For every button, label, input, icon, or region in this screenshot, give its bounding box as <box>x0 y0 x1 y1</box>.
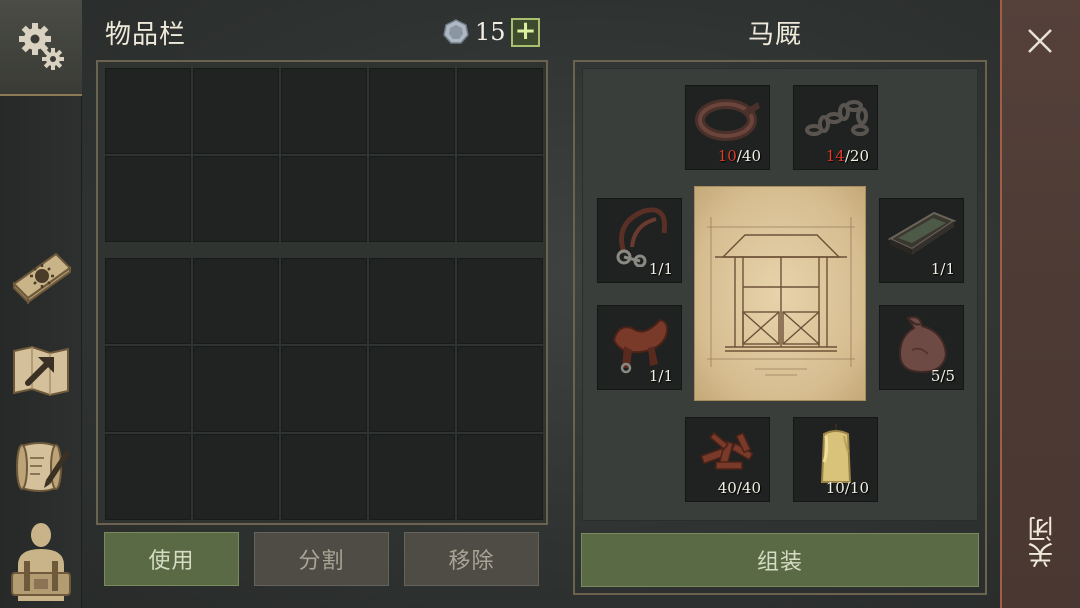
inventory-slot[interactable] <box>105 68 191 154</box>
close-label[interactable]: 关闭 <box>1027 516 1058 568</box>
material-count: 40/40 <box>717 479 761 497</box>
material-need: 10 <box>849 479 869 497</box>
material-slot-copper-scraps[interactable]: 40/40 <box>685 417 770 502</box>
material-need: 1 <box>663 367 673 385</box>
inventory-slot[interactable] <box>105 258 191 344</box>
material-count: 1/1 <box>648 260 673 278</box>
inventory-slot[interactable] <box>369 434 455 520</box>
inventory-slot[interactable] <box>281 346 367 432</box>
inventory-slot[interactable] <box>369 68 455 154</box>
material-slot-chain[interactable]: 14/20 <box>793 85 878 170</box>
inventory-slot[interactable] <box>193 258 279 344</box>
material-have: 1 <box>930 260 941 278</box>
building-map-icon <box>13 345 69 397</box>
bridle-icon <box>616 207 668 267</box>
stable-title: 马厩 <box>748 20 803 50</box>
saddle-icon <box>612 318 669 374</box>
side-nav <box>0 0 82 608</box>
inventory-slot[interactable] <box>457 434 543 520</box>
material-have: 10 <box>825 479 845 497</box>
sack-icon <box>898 316 948 374</box>
material-need: 40 <box>741 479 761 497</box>
material-slot-saddle[interactable]: 1/1 <box>597 305 682 390</box>
inventory-slot[interactable] <box>193 346 279 432</box>
material-need: 5 <box>945 367 955 385</box>
inventory-grid-top <box>105 68 543 242</box>
coin-count: 15 <box>475 18 506 46</box>
gear-icon <box>19 23 64 70</box>
material-count: 14/20 <box>825 147 869 165</box>
inventory-slot[interactable] <box>105 156 191 242</box>
material-have: 1 <box>648 260 659 278</box>
material-need: 1 <box>945 260 955 278</box>
candle-icon <box>820 424 852 483</box>
copper-scraps-icon <box>700 431 754 470</box>
material-count: 1/1 <box>648 367 673 385</box>
material-need: 20 <box>849 147 869 165</box>
inventory-slot[interactable] <box>457 346 543 432</box>
material-slot-feeding-trough[interactable]: 1/1 <box>879 198 964 283</box>
character-backpack-icon <box>11 523 71 601</box>
inventory-grid-bottom <box>105 258 543 520</box>
material-need: 40 <box>741 147 761 165</box>
assemble-button[interactable]: 组装 <box>581 533 979 587</box>
chain-icon <box>805 100 869 136</box>
material-slot-candle[interactable]: 10/10 <box>793 417 878 502</box>
material-have: 14 <box>825 147 845 165</box>
inventory-title: 物品栏 <box>105 20 187 50</box>
crafting-book-icon <box>12 252 72 304</box>
material-count: 1/1 <box>930 260 955 278</box>
settings-button[interactable] <box>0 0 82 96</box>
material-slot-leather-belt[interactable]: 10/40 <box>685 85 770 170</box>
material-have: 10 <box>717 147 737 165</box>
blueprint-drawing <box>707 217 855 376</box>
material-need: 1 <box>663 260 673 278</box>
use-button[interactable]: 使用 <box>104 532 239 586</box>
material-count: 10/40 <box>717 147 761 165</box>
inventory-slot[interactable] <box>105 346 191 432</box>
material-count: 5/5 <box>930 367 955 385</box>
inventory-slot[interactable] <box>457 156 543 242</box>
quest-scroll-icon <box>16 442 70 492</box>
quest-scroll-button[interactable] <box>0 428 82 506</box>
inventory-slot[interactable] <box>369 346 455 432</box>
split-button[interactable]: 分割 <box>254 532 389 586</box>
material-slot-bridle[interactable]: 1/1 <box>597 198 682 283</box>
inventory-slot[interactable] <box>281 258 367 344</box>
inventory-slot[interactable] <box>369 156 455 242</box>
inventory-slot[interactable] <box>193 156 279 242</box>
material-have: 5 <box>930 367 941 385</box>
stable-blueprint <box>694 186 866 401</box>
inventory-slot[interactable] <box>457 258 543 344</box>
close-icon[interactable] <box>1025 26 1055 56</box>
remove-button[interactable]: 移除 <box>404 532 539 586</box>
inventory-slot[interactable] <box>457 68 543 154</box>
inventory-slot[interactable] <box>281 434 367 520</box>
inventory-slot[interactable] <box>193 68 279 154</box>
inventory-slot[interactable] <box>369 258 455 344</box>
character-button[interactable] <box>0 514 82 608</box>
silver-coin-icon <box>443 19 469 44</box>
build-map-button[interactable] <box>0 336 82 406</box>
inventory-slot[interactable] <box>281 68 367 154</box>
material-have: 40 <box>717 479 737 497</box>
feeding-trough-icon <box>887 211 957 255</box>
leather-belt-icon <box>695 99 760 141</box>
inventory-slot[interactable] <box>105 434 191 520</box>
material-slot-sack[interactable]: 5/5 <box>879 305 964 390</box>
add-coins-button[interactable]: + <box>511 18 540 47</box>
material-count: 10/10 <box>825 479 869 497</box>
crafting-book-button[interactable] <box>0 240 82 310</box>
material-have: 1 <box>648 367 659 385</box>
inventory-slot[interactable] <box>281 156 367 242</box>
inventory-slot[interactable] <box>193 434 279 520</box>
